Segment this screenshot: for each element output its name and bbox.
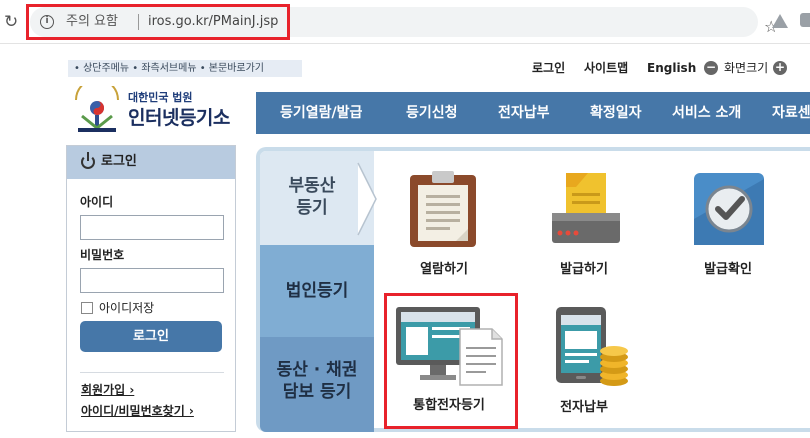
- extension-icon[interactable]: [800, 13, 810, 27]
- drive-extension-icon[interactable]: [772, 14, 788, 28]
- english-link[interactable]: English: [647, 59, 696, 77]
- id-label: 아이디: [80, 195, 114, 209]
- category-movable[interactable]: 동산 · 채권 담보 등기: [260, 337, 374, 432]
- url-highlight-box: [26, 4, 290, 40]
- service-epay-label: 전자납부: [560, 400, 608, 415]
- page-root: ↻ i 주의 요함 iros.go.kr/PMainJ.jsp ☆ • 상단주메…: [0, 0, 810, 438]
- tablet-coins-icon: [556, 307, 628, 386]
- printer-icon: [552, 173, 620, 243]
- check-badge-icon: [694, 173, 764, 245]
- integrated-highlight-box: [384, 293, 518, 429]
- login-button[interactable]: 로그인: [80, 321, 222, 352]
- login-panel-title: 로그인: [101, 154, 137, 169]
- service-verify-label: 발급확인: [704, 262, 752, 277]
- category-real-estate[interactable]: 부동산 등기: [260, 151, 377, 245]
- service-issue-label: 발급하기: [560, 262, 608, 277]
- service-view-label: 열람하기: [420, 262, 468, 277]
- zoom-label: 화면크기: [724, 61, 769, 75]
- signup-link[interactable]: 회원가입 ›: [81, 382, 134, 398]
- sitemap-link[interactable]: 사이트맵: [584, 59, 628, 77]
- save-id-label[interactable]: 아이디저장: [99, 300, 154, 316]
- logo-title[interactable]: 인터넷등기소: [128, 106, 230, 130]
- login-link[interactable]: 로그인: [532, 59, 565, 77]
- category-real-estate-line1: 부동산: [288, 176, 336, 196]
- category-movable-line1: 동산 · 채권: [276, 360, 358, 380]
- id-input[interactable]: [80, 215, 224, 240]
- login-divider: [80, 372, 224, 373]
- main-nav: 등기열람/발급 등기신청 전자납부 확정일자 서비스 소개 자료센: [256, 92, 810, 134]
- zoom-out-icon[interactable]: −: [704, 61, 718, 75]
- nav-item-apply[interactable]: 등기신청: [406, 104, 458, 122]
- nav-item-service-intro[interactable]: 서비스 소개: [672, 104, 741, 122]
- browser-toolbar: ↻ i 주의 요함 iros.go.kr/PMainJ.jsp ☆: [0, 0, 810, 44]
- service-issue[interactable]: 발급하기: [536, 169, 632, 277]
- save-id-checkbox[interactable]: [81, 302, 93, 314]
- service-panel: 부동산 등기 법인등기 동산 · 채권 담보 등기 열람하기 발급하기 발급확인…: [256, 147, 810, 432]
- reload-icon[interactable]: ↻: [4, 12, 18, 32]
- nav-item-epay[interactable]: 전자납부: [498, 104, 550, 122]
- login-panel-header: 로그인: [67, 146, 235, 179]
- service-verify[interactable]: 발급확인: [680, 169, 776, 277]
- category-movable-line2: 담보 등기: [282, 382, 352, 402]
- password-input[interactable]: [80, 268, 224, 293]
- password-label: 비밀번호: [80, 248, 125, 262]
- category-corporate-label: 법인등기: [285, 281, 349, 301]
- category-real-estate-line2: 등기: [296, 198, 328, 218]
- skip-links[interactable]: • 상단주메뉴 • 좌측서브메뉴 • 본문바로가기: [68, 60, 302, 77]
- service-epay[interactable]: 전자납부: [536, 305, 632, 415]
- clipboard-icon: [410, 171, 476, 247]
- service-view[interactable]: 열람하기: [396, 169, 492, 277]
- login-panel: 로그인 아이디 비밀번호 아이디저장 로그인 회원가입 › 아이디/비밀번호찾기…: [66, 145, 236, 432]
- chevron-right-icon: [357, 162, 377, 236]
- zoom-in-icon[interactable]: +: [773, 61, 787, 75]
- category-corporate[interactable]: 법인등기: [260, 245, 374, 337]
- nav-item-resources[interactable]: 자료센: [772, 104, 810, 122]
- nav-item-fixed-date[interactable]: 확정일자: [590, 104, 642, 122]
- find-account-link[interactable]: 아이디/비밀번호찾기 ›: [81, 403, 194, 419]
- logo-subtitle: 대한민국 법원: [128, 91, 193, 104]
- nav-item-view-issue[interactable]: 등기열람/발급: [280, 104, 362, 122]
- court-emblem-icon[interactable]: [70, 86, 124, 134]
